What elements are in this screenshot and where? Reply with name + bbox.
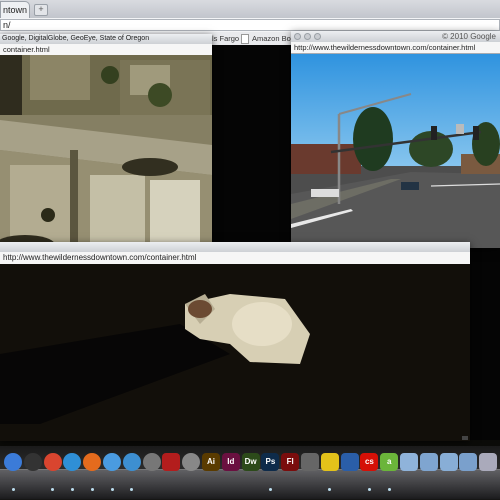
video-window[interactable]: http://www.thewildernessdowntown.com/con… bbox=[0, 242, 470, 441]
stack-folder-icon[interactable] bbox=[459, 453, 478, 471]
window-url: http://www.thewildernessdowntown.com/con… bbox=[3, 253, 197, 262]
browser-tab-bar: ntown + bbox=[0, 0, 500, 18]
photoshop-icon[interactable]: Ps bbox=[261, 453, 280, 471]
aerial-photo bbox=[0, 55, 212, 248]
red-app-icon[interactable] bbox=[162, 453, 181, 471]
running-indicator bbox=[90, 488, 94, 491]
arrow-app-icon[interactable] bbox=[340, 453, 359, 471]
flash-icon[interactable]: Fl bbox=[281, 453, 300, 471]
map-copyright: © 2010 Google bbox=[442, 32, 496, 41]
documents-folder-icon[interactable] bbox=[439, 453, 458, 471]
ichat-icon[interactable] bbox=[103, 453, 121, 471]
aerial-view-window[interactable]: Google, DigitalGlobe, GeoEye, State of O… bbox=[0, 34, 212, 248]
running-indicator bbox=[367, 488, 371, 491]
downloads-folder-icon[interactable] bbox=[419, 453, 438, 471]
lastfm-icon[interactable]: cs bbox=[360, 453, 379, 471]
window-url-bar[interactable]: http://www.thewildernessdowntown.com/con… bbox=[291, 42, 500, 54]
running-indicator bbox=[70, 488, 74, 491]
cyberduck-icon[interactable] bbox=[320, 453, 339, 471]
adium-icon[interactable]: a bbox=[380, 453, 399, 471]
new-tab-button[interactable]: + bbox=[34, 4, 48, 16]
browser-tab[interactable]: ntown bbox=[0, 1, 30, 18]
finder-icon[interactable] bbox=[4, 453, 22, 471]
zoom-window-icon[interactable] bbox=[314, 33, 321, 40]
running-indicator bbox=[387, 488, 391, 491]
dashboard-icon[interactable] bbox=[23, 453, 42, 471]
minimize-window-icon[interactable] bbox=[304, 33, 311, 40]
video-frame bbox=[0, 264, 470, 441]
image-capture-icon[interactable] bbox=[301, 453, 319, 471]
street-view-window[interactable]: © 2010 Google http://www.thewildernessdo… bbox=[291, 31, 500, 248]
street-view-photo bbox=[291, 54, 500, 248]
page-icon bbox=[241, 34, 249, 45]
browser-tab-title: ntown bbox=[3, 5, 28, 15]
running-indicator bbox=[110, 488, 114, 491]
itunes-icon[interactable] bbox=[122, 453, 141, 471]
dock-shelf bbox=[0, 469, 500, 500]
dreamweaver-icon[interactable]: Dw bbox=[241, 453, 260, 471]
trash-icon[interactable] bbox=[479, 453, 498, 471]
photo-icon[interactable] bbox=[142, 453, 161, 471]
running-indicator bbox=[268, 488, 272, 491]
address-bar[interactable]: n/ bbox=[0, 19, 500, 31]
map-attribution: Google, DigitalGlobe, GeoEye, State of O… bbox=[2, 35, 150, 42]
chrome-icon[interactable] bbox=[43, 453, 62, 471]
folder-icon[interactable] bbox=[400, 453, 418, 471]
close-window-icon[interactable] bbox=[294, 33, 301, 40]
bookmark-wells-fargo[interactable]: ls Fargo bbox=[212, 33, 239, 44]
illustrator-icon[interactable]: Ai bbox=[202, 453, 220, 471]
bookmark-label: ls Fargo bbox=[212, 34, 240, 43]
indesign-icon[interactable]: Id bbox=[221, 453, 240, 471]
window-url: http://www.thewildernessdowntown.com/con… bbox=[294, 43, 476, 52]
window-url: container.html bbox=[3, 45, 50, 54]
running-indicator bbox=[11, 488, 15, 491]
address-text: n/ bbox=[3, 20, 11, 30]
